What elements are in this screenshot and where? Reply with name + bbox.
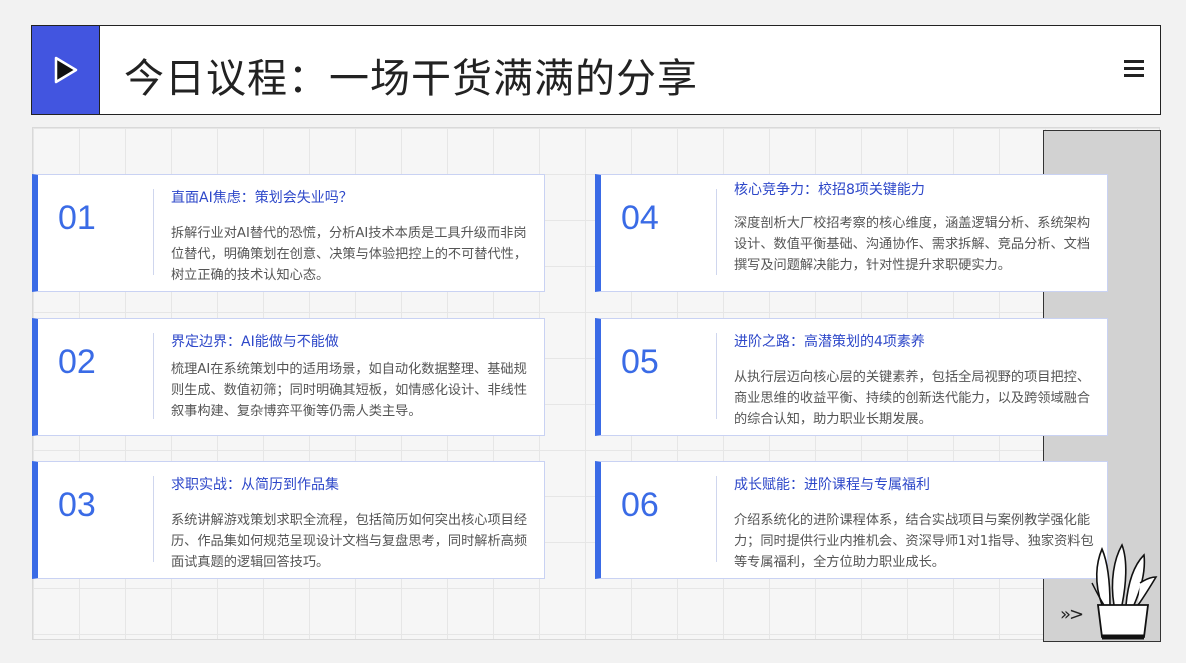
card-description: 梳理AI在系统策划中的适用场景，如自动化数据整理、基础规则生成、数值初筛；同时明… — [171, 362, 528, 419]
divider — [716, 333, 717, 419]
card-number: 02 — [58, 343, 96, 381]
card-title: 核心竞争力：校招8项关键能力 — [734, 182, 925, 198]
card-title: 直面AI焦虑：策划会失业吗？ — [171, 190, 353, 206]
card-description: 拆解行业对AI替代的恐慌，分析AI技术本质是工具升级而非岗位替代，明确策划在创意… — [171, 226, 528, 283]
card-number: 03 — [58, 486, 96, 524]
agenda-card-06: 06 成长赋能：进阶课程与专属福利 介绍系统化的进阶课程体系，结合实战项目与案例… — [595, 461, 1108, 579]
plant-pot-illustration — [1091, 543, 1158, 640]
menu-icon[interactable] — [1124, 60, 1144, 78]
card-number: 05 — [621, 343, 659, 381]
divider — [153, 333, 154, 419]
divider — [716, 476, 717, 562]
card-title: 求职实战：从简历到作品集 — [171, 477, 339, 493]
card-number: 01 — [58, 199, 96, 237]
slide: 今日议程：一场干货满满的分享 01 直面AI焦虑：策划会失业吗？ 拆解行业对AI… — [0, 0, 1186, 663]
triple-chevron-right-icon[interactable]: »> — [1060, 604, 1084, 625]
card-title: 进阶之路：高潜策划的4项素养 — [734, 334, 925, 350]
card-description: 系统讲解游戏策划求职全流程，包括简历如何突出核心项目经历、作品集如何规范呈现设计… — [171, 513, 528, 570]
card-number: 04 — [621, 199, 659, 237]
page-title: 今日议程：一场干货满满的分享 — [124, 56, 698, 102]
card-title: 成长赋能：进阶课程与专属福利 — [734, 477, 930, 493]
card-description: 介绍系统化的进阶课程体系，结合实战项目与案例教学强化能力；同时提供行业内推机会、… — [734, 513, 1094, 570]
card-number: 06 — [621, 486, 659, 524]
agenda-card-05: 05 进阶之路：高潜策划的4项素养 从执行层迈向核心层的关键素养，包括全局视野的… — [595, 318, 1108, 436]
agenda-card-02: 02 界定边界：AI能做与不能做 梳理AI在系统策划中的适用场景，如自动化数据整… — [32, 318, 545, 436]
header-bar: 今日议程：一场干货满满的分享 — [31, 25, 1161, 115]
card-title: 界定边界：AI能做与不能做 — [171, 334, 339, 350]
agenda-card-04: 04 核心竞争力：校招8项关键能力 深度剖析大厂校招考察的核心维度，涵盖逻辑分析… — [595, 174, 1108, 292]
agenda-card-01: 01 直面AI焦虑：策划会失业吗？ 拆解行业对AI替代的恐慌，分析AI技术本质是… — [32, 174, 545, 292]
play-icon[interactable] — [32, 26, 100, 114]
divider — [153, 476, 154, 562]
agenda-card-03: 03 求职实战：从简历到作品集 系统讲解游戏策划求职全流程，包括简历如何突出核心… — [32, 461, 545, 579]
card-description: 深度剖析大厂校招考察的核心维度，涵盖逻辑分析、系统架构设计、数值平衡基础、沟通协… — [734, 216, 1091, 273]
card-description: 从执行层迈向核心层的关键素养，包括全局视野的项目把控、商业思维的收益平衡、持续的… — [734, 370, 1091, 427]
divider — [153, 189, 154, 275]
divider — [716, 189, 717, 275]
